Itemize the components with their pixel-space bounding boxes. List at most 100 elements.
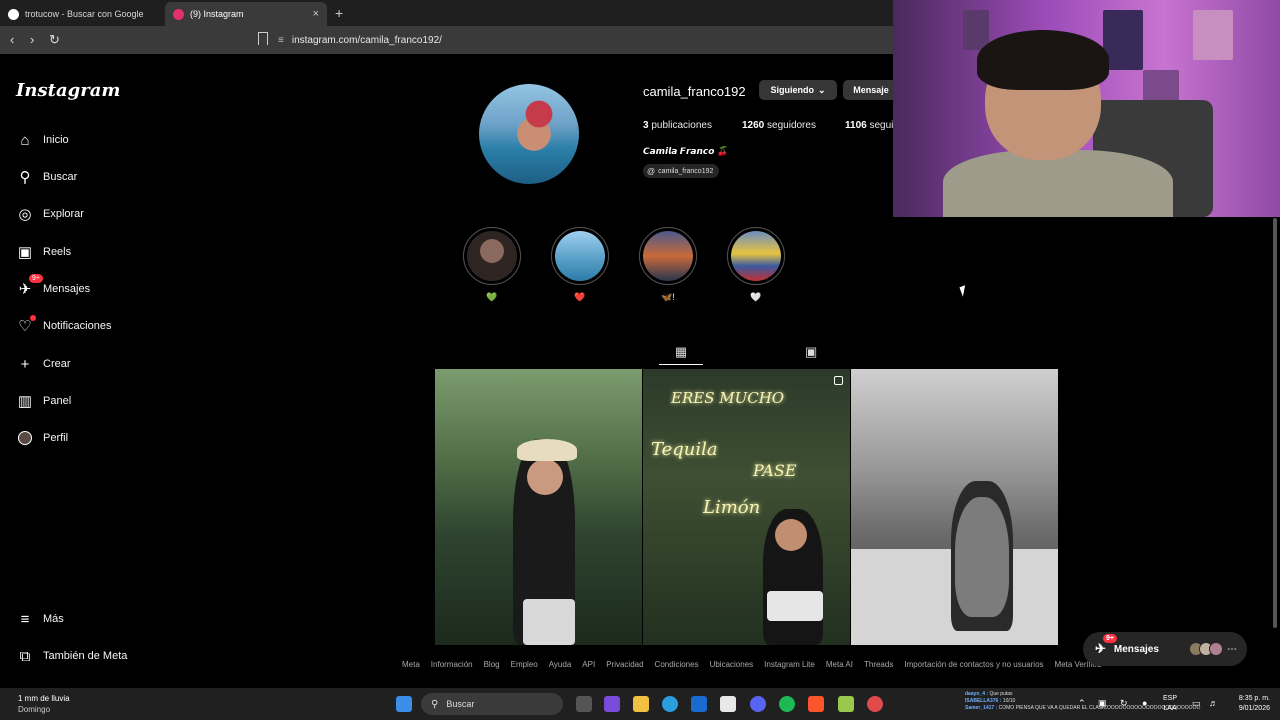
sidebar-item-explorar[interactable]: ◎ Explorar [16, 203, 84, 225]
new-tab-button[interactable]: + [335, 5, 343, 21]
sidebar-item-inicio[interactable]: ⌂ Inicio [16, 129, 68, 151]
sidebar-item-mensajes[interactable]: ✈ 9+ Mensajes [16, 274, 91, 300]
google-favicon-icon [8, 8, 19, 20]
sidebar-item-notificaciones[interactable]: ♡ Notificaciones [16, 315, 111, 337]
footer-link[interactable]: API [582, 660, 595, 669]
reel-indicator-icon [834, 376, 843, 385]
weather-widget[interactable]: 1 mm de lluvia Domingo [18, 693, 70, 715]
followers-stat[interactable]: 1260 seguidores [742, 120, 816, 131]
site-info-icon[interactable]: ≡ [278, 35, 284, 46]
more-icon: ⋯ [1227, 643, 1237, 655]
highlight-3[interactable] [639, 227, 697, 285]
sidebar-item-crear[interactable]: + Crear [16, 353, 71, 375]
footer-link[interactable]: Privacidad [606, 660, 643, 669]
avatar-icon [16, 429, 34, 447]
streamer-shirt [943, 150, 1173, 217]
sidebar-item-label: Mensajes [43, 283, 91, 295]
widgets-icon[interactable] [604, 696, 620, 712]
avatar [1209, 642, 1223, 656]
reload-icon[interactable]: ↻ [49, 32, 60, 48]
bookmark-icon[interactable] [258, 32, 268, 45]
url-text: instagram.com/camila_franco192/ [291, 34, 442, 46]
clock[interactable]: 8:35 p. m. 9/01/2026 [1226, 694, 1270, 714]
tagged-icon: ▣ [805, 344, 818, 359]
following-stat[interactable]: 1106 segui [845, 120, 893, 131]
neon-text: Tequila [651, 439, 718, 460]
edge-icon[interactable] [662, 696, 678, 712]
app-icon[interactable] [838, 696, 854, 712]
posts-grid-tab[interactable]: ▦ [659, 344, 703, 365]
footer-link[interactable]: Meta [402, 660, 420, 669]
lang-code: ESP [1163, 695, 1178, 702]
footer-link[interactable]: Instagram Lite [764, 660, 815, 669]
sidebar-item-label: También de Meta [43, 650, 128, 662]
shorts-shape [523, 599, 575, 645]
sidebar-item-tambien-de-meta[interactable]: ⧉ También de Meta [16, 645, 128, 667]
close-tab-icon[interactable]: × [313, 8, 319, 20]
highlight-2[interactable] [551, 227, 609, 285]
wall-poster [1193, 10, 1233, 60]
app-icon[interactable] [867, 696, 883, 712]
profile-username: camila_franco192 [643, 84, 746, 99]
address-bar[interactable]: ≡ instagram.com/camila_franco192/ [278, 30, 442, 50]
sidebar-item-mas[interactable]: ≡ Más [16, 608, 64, 630]
message-button[interactable]: Mensaje [843, 80, 899, 100]
messenger-icon: ✈ 9+ [16, 274, 43, 298]
sync-icon[interactable]: ↻ [1120, 698, 1128, 708]
instagram-logo[interactable]: Instagram [16, 80, 120, 101]
post-figure-face [775, 519, 807, 551]
post-thumbnail[interactable] [851, 369, 1058, 645]
language-indicator[interactable]: ESP LAA [1163, 694, 1177, 714]
task-view-icon[interactable] [576, 696, 592, 712]
tagged-tab[interactable]: ▣ [805, 344, 817, 360]
highlight-4[interactable] [727, 227, 785, 285]
highlight-label: 🦋! [661, 292, 675, 302]
footer-link[interactable]: Empleo [511, 660, 538, 669]
mic-icon[interactable]: ● [1142, 698, 1147, 708]
display-icon[interactable]: ▭ [1192, 698, 1201, 708]
footer-link[interactable]: Ubicaciones [710, 660, 754, 669]
footer-link[interactable]: Ayuda [549, 660, 572, 669]
followers-label: seguidores [767, 120, 816, 131]
footer-link[interactable]: Meta AI [826, 660, 853, 669]
floating-messages-button[interactable]: ✈ 9+ Mensajes ⋯ [1083, 632, 1247, 666]
footer-link[interactable]: Blog [484, 660, 500, 669]
sidebar-item-reels[interactable]: ▣ Reels [16, 241, 71, 263]
outlook-icon[interactable] [691, 696, 707, 712]
profile-avatar[interactable] [479, 84, 579, 184]
footer-link[interactable]: Importación de contactos y no usuarios [904, 660, 1043, 669]
weather-day: Domingo [18, 705, 51, 714]
tab-instagram[interactable]: (9) Instagram × [165, 2, 327, 26]
threads-badge[interactable]: @ camila_franco192 [643, 164, 720, 178]
store-icon[interactable] [720, 696, 736, 712]
discord-icon[interactable] [750, 696, 766, 712]
sidebar-item-buscar[interactable]: ⚲ Buscar [16, 166, 78, 188]
followers-count: 1260 [742, 120, 765, 131]
post-thumbnail-reel[interactable]: ERES MUCHO Tequila PASE Limón [643, 369, 850, 645]
start-icon[interactable] [396, 696, 412, 712]
sidebar-item-panel[interactable]: ▥ Panel [16, 390, 71, 412]
page-scrollbar[interactable] [1272, 218, 1278, 630]
chevron-up-icon[interactable]: ⌃ [1078, 698, 1086, 708]
footer-link[interactable]: Condiciones [655, 660, 699, 669]
tab-google-search[interactable]: trotucow - Buscar con Google [0, 2, 162, 26]
file-explorer-icon[interactable] [633, 696, 649, 712]
post-thumbnail[interactable] [435, 369, 642, 645]
following-button[interactable]: Siguiendo ⌄ [759, 80, 837, 100]
footer-link[interactable]: Información [431, 660, 473, 669]
wall-poster [1103, 10, 1143, 70]
messenger-icon: ✈ [1095, 641, 1106, 656]
highlight-1[interactable] [463, 227, 521, 285]
back-icon[interactable]: ‹ [10, 32, 14, 47]
footer-link[interactable]: Threads [864, 660, 893, 669]
spotify-icon[interactable] [779, 696, 795, 712]
home-icon: ⌂ [20, 131, 30, 149]
network-icon[interactable]: ▣ [1098, 698, 1107, 708]
sidebar-item-perfil[interactable]: Perfil [16, 427, 68, 449]
sidebar-item-label: Más [43, 613, 64, 625]
taskbar-search[interactable]: ⚲ Buscar [421, 693, 563, 715]
scrollbar-thumb[interactable] [1273, 218, 1277, 628]
forward-icon[interactable]: › [30, 32, 34, 47]
volume-icon[interactable]: ♬ [1209, 698, 1218, 708]
brave-icon[interactable] [808, 696, 824, 712]
